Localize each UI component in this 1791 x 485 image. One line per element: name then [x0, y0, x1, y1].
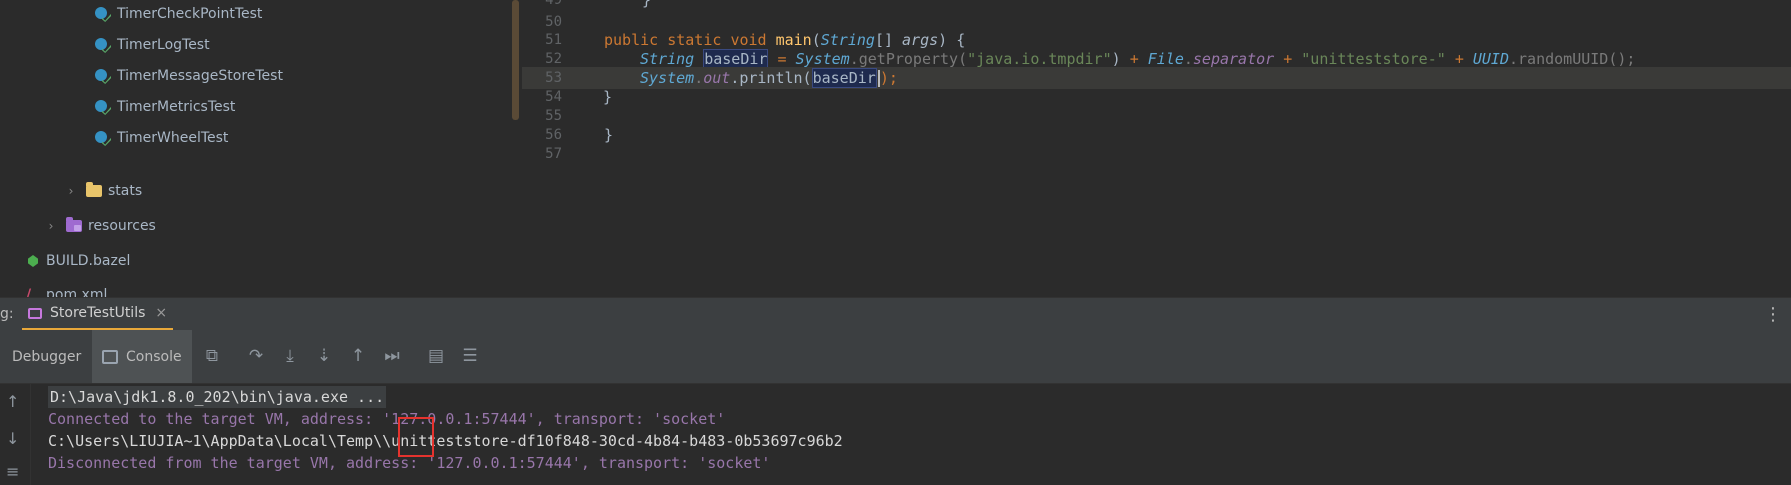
console-output[interactable]: D:\Java\jdk1.8.0_202\bin\java.exe ... Co…: [31, 384, 1791, 485]
tab-debugger-label: Debugger: [12, 348, 82, 365]
tree-item-timer-message-store-test[interactable]: TimerMessageStoreTest: [95, 64, 283, 88]
threads-list-icon[interactable]: ☰: [459, 345, 481, 367]
tree-item-label: resources: [88, 218, 156, 234]
debug-toolbar: Debugger Console ⧉ ↷ ⤓ ⇣ ↑ ⏭ ▤ ☰: [0, 330, 1791, 384]
step-over-icon[interactable]: ↷: [245, 345, 267, 367]
run-to-cursor-icon[interactable]: ⏭: [381, 345, 403, 367]
chevron-right-icon[interactable]: ›: [44, 219, 58, 233]
code-text: }: [642, 0, 652, 9]
tree-item-resources[interactable]: › resources: [44, 214, 156, 238]
tree-item-label: TimerMessageStoreTest: [117, 68, 283, 84]
console-line-path: C:\Users\LIUJIA~1\AppData\Local\Temp\\un…: [48, 432, 843, 450]
scroll-down-icon[interactable]: ↓: [6, 429, 19, 448]
bazel-file-icon: [26, 254, 40, 268]
folder-icon: [86, 182, 102, 197]
tree-item-stats[interactable]: › stats: [64, 179, 142, 203]
annotation-highlight-box: [398, 417, 434, 457]
maven-file-icon: /: [26, 287, 32, 297]
resources-folder-icon: [66, 217, 82, 232]
restore-layout-icon[interactable]: ⧉: [201, 345, 223, 367]
tab-debugger[interactable]: Debugger: [12, 330, 81, 383]
code-line-57: 57: [522, 143, 1791, 165]
session-tab-label: StoreTestUtils: [50, 305, 146, 321]
tree-item-label: stats: [108, 183, 143, 199]
code-editor[interactable]: 49 } 50 51 public static void main(Strin…: [522, 0, 1791, 297]
step-out-icon[interactable]: ↑: [347, 345, 369, 367]
tab-console-label: Console: [126, 348, 182, 365]
tree-item-timer-metrics-test[interactable]: TimerMetricsTest: [95, 95, 235, 119]
line-number: 49: [545, 0, 562, 8]
tab-console[interactable]: Console: [92, 330, 192, 383]
close-icon[interactable]: ×: [155, 305, 167, 321]
tree-item-label: pom.xml: [46, 287, 108, 297]
console-side-toolbar: ↑ ↓ ≡: [0, 384, 31, 485]
tree-item-label: TimerWheelTest: [117, 130, 229, 146]
step-into-icon[interactable]: ⤓: [279, 345, 301, 367]
project-tree: TimerCheckPointTest TimerLogTest TimerMe…: [0, 0, 512, 297]
code-line-49: 49 }: [522, 0, 1791, 11]
test-class-icon: [95, 37, 111, 53]
console-line-connected: Connected to the target VM, address: '12…: [48, 410, 726, 428]
debug-tool-window-header: g: StoreTestUtils × ⋮: [0, 297, 1791, 331]
tree-item-label: BUILD.bazel: [46, 253, 131, 269]
tree-item-timer-checkpoint-test[interactable]: TimerCheckPointTest: [95, 2, 262, 26]
test-class-icon: [95, 68, 111, 84]
run-config-icon: [28, 307, 42, 319]
more-options-icon[interactable]: ⋮: [1764, 304, 1782, 325]
soft-wrap-icon[interactable]: ≡: [6, 462, 19, 481]
test-class-icon: [95, 99, 111, 115]
evaluate-expression-icon[interactable]: ▤: [425, 345, 447, 367]
console-icon: [102, 349, 118, 364]
line-number: 57: [545, 146, 562, 162]
tree-item-timer-log-test[interactable]: TimerLogTest: [95, 33, 210, 57]
tree-item-pom-xml[interactable]: / pom.xml: [26, 283, 107, 297]
test-class-icon: [95, 130, 111, 146]
tree-item-build-bazel[interactable]: BUILD.bazel: [26, 249, 130, 273]
tab-store-test-utils[interactable]: StoreTestUtils ×: [22, 298, 174, 331]
force-step-into-icon[interactable]: ⇣: [313, 345, 335, 367]
tree-item-label: TimerMetricsTest: [117, 99, 236, 115]
tree-scrollbar[interactable]: [512, 0, 519, 120]
test-class-icon: [95, 6, 111, 22]
debug-label: g:: [0, 306, 14, 322]
tree-item-label: TimerCheckPointTest: [117, 6, 263, 22]
console-line-command: D:\Java\jdk1.8.0_202\bin\java.exe ...: [48, 386, 387, 408]
tree-item-timer-wheel-test[interactable]: TimerWheelTest: [95, 126, 228, 150]
tree-item-label: TimerLogTest: [117, 37, 210, 53]
chevron-right-icon[interactable]: ›: [64, 184, 78, 198]
scroll-up-icon[interactable]: ↑: [6, 392, 19, 411]
